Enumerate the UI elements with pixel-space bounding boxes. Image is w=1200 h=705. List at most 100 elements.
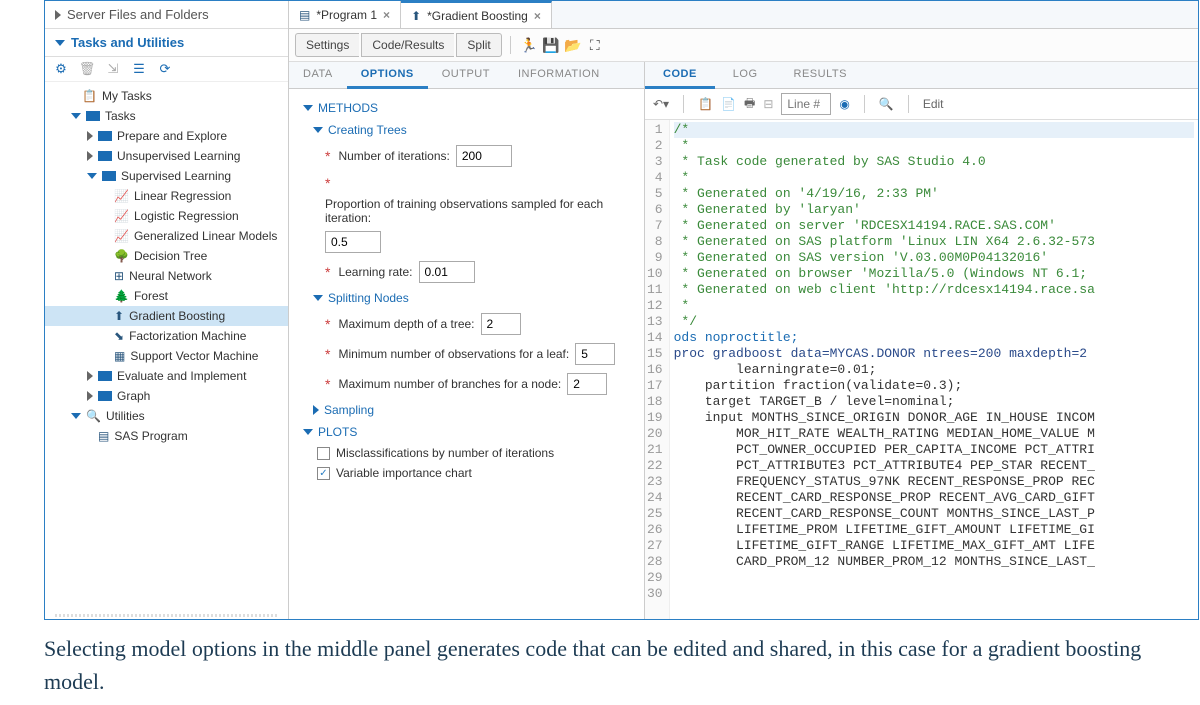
tree-item-gradient-boosting[interactable]: ⬆Gradient Boosting: [45, 306, 288, 326]
expand-icon[interactable]: ⛶: [585, 35, 605, 55]
plots-group[interactable]: PLOTS: [303, 421, 630, 443]
required-icon: *: [325, 316, 330, 332]
navigation-tree: 📋My TasksTasksPrepare and Explore Unsuper…: [45, 82, 288, 612]
options-tab-data[interactable]: DATA: [289, 62, 347, 88]
forest-icon: 🌲: [114, 289, 129, 303]
find-icon[interactable]: 🔍: [879, 97, 894, 111]
prog-icon: ▤: [98, 429, 109, 443]
prog-icon: ▤: [299, 8, 310, 22]
search-icon: 🔍: [86, 409, 101, 423]
tree-item-label: Graph: [117, 389, 150, 403]
chevron-down-icon: [313, 295, 323, 301]
export-icon[interactable]: ⇲: [105, 61, 121, 77]
save-icon[interactable]: 💾: [541, 35, 561, 55]
options-tab-output[interactable]: OUTPUT: [428, 62, 504, 88]
options-tab-options[interactable]: OPTIONS: [347, 62, 428, 89]
run-icon[interactable]: 🏃: [519, 35, 539, 55]
misclass-checkbox[interactable]: [317, 447, 330, 460]
tree-item-decision-tree[interactable]: 🌳 Decision Tree: [45, 246, 288, 266]
settings-button[interactable]: Settings: [295, 33, 359, 57]
required-icon: *: [325, 376, 330, 392]
settings-icon[interactable]: ⚙: [53, 61, 69, 77]
min-obs-row: *Minimum number of observations for a le…: [303, 339, 630, 369]
section-tasks-utilities[interactable]: Tasks and Utilities: [45, 29, 288, 57]
tree-item-neural-network[interactable]: ⊞Neural Network: [45, 266, 288, 286]
tab--gradient-boosting[interactable]: ⬆*Gradient Boosting ×: [401, 1, 552, 28]
section-label: Server Files and Folders: [67, 7, 209, 22]
boost-icon: ⬆: [114, 309, 124, 323]
tree-item-label: Decision Tree: [134, 249, 207, 263]
print-icon[interactable]: 🖶: [744, 94, 755, 115]
tree-item-generalized-linear-models[interactable]: 📈Generalized Linear Models: [45, 226, 288, 246]
creating-trees-group[interactable]: Creating Trees: [303, 119, 630, 141]
tree-item-linear-regression[interactable]: 📈Linear Regression: [45, 186, 288, 206]
sampling-group[interactable]: Sampling: [303, 399, 630, 421]
tree-item-logistic-regression[interactable]: 📈Logistic Regression: [45, 206, 288, 226]
tree-item-support-vector-machine[interactable]: ▦Support Vector Machine: [45, 346, 288, 366]
code-tab-results[interactable]: RESULTS: [776, 62, 865, 88]
chart-icon: 📈: [114, 229, 129, 243]
options-tabs: DATAOPTIONSOUTPUTINFORMATION: [289, 62, 644, 89]
tree-item-label: Utilities: [106, 409, 145, 423]
line-number-input[interactable]: [781, 93, 831, 115]
section-server-files[interactable]: Server Files and Folders: [45, 1, 288, 29]
learning-rate-input[interactable]: [419, 261, 475, 283]
list-icon[interactable]: ☰: [131, 61, 147, 77]
boost-icon: ⬆: [411, 9, 421, 23]
code-editor[interactable]: 1 2 3 4 5 6 7 8 9 10 11 12 13 14 15 16 1…: [645, 120, 1198, 619]
field-label: Learning rate:: [338, 265, 412, 279]
net-icon: ⊞: [114, 269, 124, 283]
edit-button[interactable]: Edit: [923, 97, 944, 111]
max-depth-input[interactable]: [481, 313, 521, 335]
indent-icon[interactable]: ⊟: [763, 97, 773, 111]
tree-item-prepare-and-explore[interactable]: Prepare and Explore: [45, 126, 288, 146]
close-icon[interactable]: ×: [383, 8, 390, 22]
code-tab-code[interactable]: CODE: [645, 62, 715, 89]
num-iterations-input[interactable]: [456, 145, 512, 167]
tree-icon: 🌳: [114, 249, 129, 263]
undo-icon[interactable]: ↶▾: [653, 97, 669, 111]
tree-item-factorization-machine[interactable]: ⬊Factorization Machine: [45, 326, 288, 346]
chevron-down-icon: [303, 105, 313, 111]
proportion-input[interactable]: [325, 231, 381, 253]
methods-group[interactable]: METHODS: [303, 97, 630, 119]
tree-item-sas-program[interactable]: ▤SAS Program: [45, 426, 288, 446]
tree-item-label: Unsupervised Learning: [117, 149, 240, 163]
code-results-button[interactable]: Code/Results: [361, 33, 454, 57]
copy-icon[interactable]: 📋: [698, 97, 713, 111]
split-button[interactable]: Split: [456, 33, 501, 57]
min-obs-input[interactable]: [575, 343, 615, 365]
tree-item-utilities[interactable]: 🔍 Utilities: [45, 406, 288, 426]
tree-item-forest[interactable]: 🌲Forest: [45, 286, 288, 306]
separator: [908, 95, 909, 113]
tree-item-unsupervised-learning[interactable]: Unsupervised Learning: [45, 146, 288, 166]
tree-item-graph[interactable]: Graph: [45, 386, 288, 406]
tree-item-my-tasks[interactable]: 📋My Tasks: [45, 86, 288, 106]
editor-tabs: ▤*Program 1 ×⬆*Gradient Boosting ×: [289, 1, 1198, 29]
code-tab-log[interactable]: LOG: [715, 62, 776, 88]
open-icon[interactable]: 📂: [563, 35, 583, 55]
tree-item-supervised-learning[interactable]: Supervised Learning: [45, 166, 288, 186]
tab--program-1[interactable]: ▤*Program 1 ×: [289, 1, 401, 28]
required-icon: *: [325, 148, 330, 164]
refresh-icon[interactable]: ⟳: [157, 61, 173, 77]
paste-icon[interactable]: 📄: [721, 97, 736, 111]
options-tab-information[interactable]: INFORMATION: [504, 62, 614, 88]
resize-handle[interactable]: [55, 614, 278, 617]
main-toolbar: Settings Code/Results Split 🏃 💾 📂 ⛶: [289, 29, 1198, 62]
chart-icon: 📈: [114, 209, 129, 223]
required-icon: *: [325, 175, 330, 191]
folder-icon: [98, 131, 112, 141]
trash-icon[interactable]: 🗑: [79, 61, 95, 77]
code-panel: CODELOGRESULTS ↶▾ 📋 📄 🖶 ⊟ ◉ 🔍 Edit: [645, 62, 1198, 619]
close-icon[interactable]: ×: [534, 9, 541, 23]
field-label: Maximum number of branches for a node:: [338, 377, 561, 391]
tree-item-evaluate-and-implement[interactable]: Evaluate and Implement: [45, 366, 288, 386]
tree-item-tasks[interactable]: Tasks: [45, 106, 288, 126]
go-icon[interactable]: ◉: [839, 97, 849, 111]
splitting-nodes-group[interactable]: Splitting Nodes: [303, 287, 630, 309]
field-label: Number of iterations:: [338, 149, 449, 163]
varimp-checkbox[interactable]: ✓: [317, 467, 330, 480]
max-branches-input[interactable]: [567, 373, 607, 395]
folder-icon: [102, 171, 116, 181]
